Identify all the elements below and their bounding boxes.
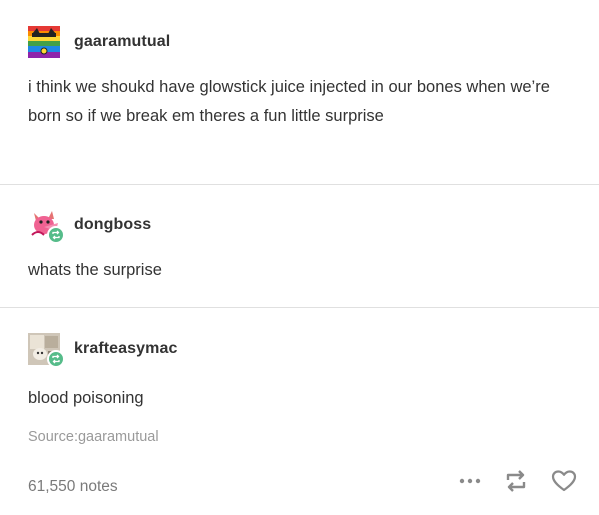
heart-icon[interactable] [551,469,577,493]
post-header: gaaramutual [28,26,170,58]
post-text: blood poisoning [28,389,144,407]
source-link[interactable]: Source:gaaramutual [28,429,159,445]
username[interactable]: dongboss [74,216,151,234]
notes-count[interactable]: 61,550 notes [28,478,118,496]
post-header: dongboss [28,209,151,244]
pink-dog-avatar-icon[interactable] [28,209,65,244]
reblog-icon [47,226,65,244]
username[interactable]: krafteasymac [74,340,178,358]
post-actions [437,469,577,493]
reblog-button-icon[interactable] [503,469,529,493]
more-options-icon[interactable] [459,477,481,485]
comic-avatar-icon[interactable] [28,333,65,368]
post-header: krafteasymac [28,333,178,368]
post-divider [0,307,599,308]
post-text: whats the surprise [28,261,162,279]
rainbow-cat-avatar-icon[interactable] [28,26,60,58]
post-divider [0,184,599,185]
reblog-icon [47,350,65,368]
username[interactable]: gaaramutual [74,33,170,51]
post-text: i think we shoukd have glowstick juice i… [28,78,550,125]
